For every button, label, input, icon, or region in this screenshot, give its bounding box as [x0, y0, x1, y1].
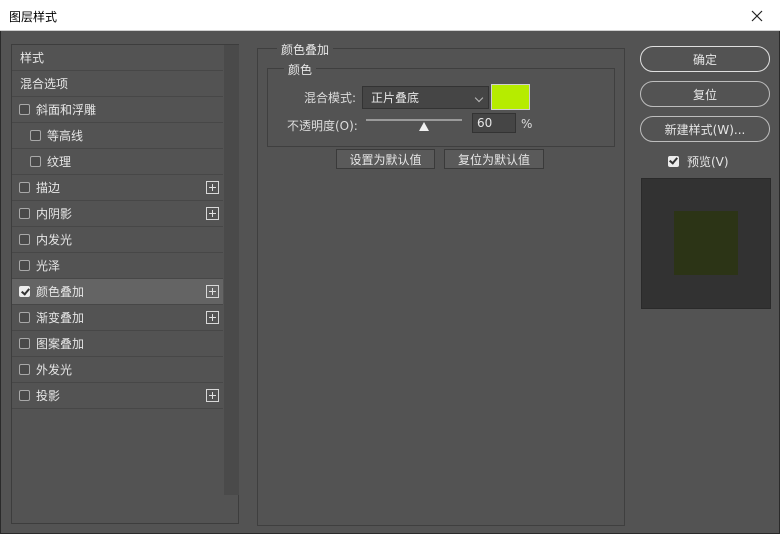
style-list-item[interactable]: 外发光	[12, 357, 223, 383]
style-list-item[interactable]: 颜色叠加	[12, 279, 223, 305]
preview-thumbnail	[641, 178, 771, 309]
style-list-item-label: 样式	[20, 51, 45, 65]
style-list-item[interactable]: 描边	[12, 175, 223, 201]
style-list-item-label: 混合选项	[20, 77, 69, 91]
style-checkbox[interactable]	[19, 234, 30, 245]
set-default-button[interactable]: 设置为默认值	[336, 149, 435, 169]
subgroup-title: 颜色	[284, 61, 317, 78]
style-list-item[interactable]: 等高线	[12, 123, 223, 149]
style-list-item-label: 外发光	[36, 363, 73, 377]
style-list-item-label: 斜面和浮雕	[36, 103, 97, 117]
style-checkbox[interactable]	[19, 338, 30, 349]
opacity-label: 不透明度(O):	[287, 119, 358, 133]
style-list-item[interactable]: 内阴影	[12, 201, 223, 227]
style-list-item-label: 投影	[36, 389, 61, 403]
style-list-item-label: 图案叠加	[36, 337, 85, 351]
preview-check-icon	[668, 156, 679, 167]
style-list-item-label: 描边	[36, 181, 61, 195]
style-list-item[interactable]: 图案叠加	[12, 331, 223, 357]
style-list-item[interactable]: 内发光	[12, 227, 223, 253]
style-checkbox[interactable]	[19, 182, 30, 193]
style-checkbox[interactable]	[19, 260, 30, 271]
blend-mode-value: 正片叠底	[371, 91, 420, 105]
chevron-down-icon	[474, 93, 484, 103]
style-checkbox[interactable]	[30, 130, 41, 141]
group-title: 颜色叠加	[277, 41, 334, 58]
style-list-item-label: 颜色叠加	[36, 285, 85, 299]
add-effect-icon[interactable]	[206, 311, 219, 324]
blend-mode-select[interactable]: 正片叠底	[362, 86, 489, 109]
style-list-item[interactable]: 渐变叠加	[12, 305, 223, 331]
preview-checkbox[interactable]: 预览(V)	[668, 153, 729, 170]
style-list-item-label: 纹理	[47, 155, 72, 169]
overlay-color-swatch[interactable]	[491, 84, 530, 110]
preview-swatch	[674, 211, 738, 275]
style-list-item-label: 渐变叠加	[36, 311, 85, 325]
style-checkbox[interactable]	[30, 156, 41, 167]
opacity-slider[interactable]	[366, 119, 462, 121]
add-effect-icon[interactable]	[206, 181, 219, 194]
style-list-item-label: 内发光	[36, 233, 73, 247]
title-bar: 图层样式	[0, 0, 780, 31]
close-icon	[751, 10, 763, 21]
close-button[interactable]	[734, 0, 780, 31]
opacity-unit: %	[521, 117, 533, 131]
blend-mode-label: 混合模式:	[304, 91, 357, 105]
style-checkbox[interactable]	[19, 208, 30, 219]
style-list-item[interactable]: 投影	[12, 383, 223, 409]
style-list-item[interactable]: 斜面和浮雕	[12, 97, 223, 123]
style-list-item[interactable]: 光泽	[12, 253, 223, 279]
add-effect-icon[interactable]	[206, 389, 219, 402]
style-checkbox[interactable]	[19, 390, 30, 401]
style-checkbox[interactable]	[19, 286, 30, 297]
style-checkbox[interactable]	[19, 364, 30, 375]
opacity-value: 60	[477, 116, 493, 130]
opacity-slider-thumb[interactable]	[418, 122, 429, 131]
style-list-item[interactable]: 纹理	[12, 149, 223, 175]
style-checkbox[interactable]	[19, 312, 30, 323]
style-list-footer: fx	[12, 530, 240, 534]
reset-default-button[interactable]: 复位为默认值	[444, 149, 544, 169]
opacity-input[interactable]: 60	[472, 113, 516, 133]
window-title: 图层样式	[9, 10, 58, 24]
reset-button[interactable]: 复位	[640, 81, 770, 107]
style-list: 样式混合选项斜面和浮雕等高线纹理描边内阴影内发光光泽颜色叠加渐变叠加图案叠加外发…	[11, 44, 239, 524]
style-list-item-label: 内阴影	[36, 207, 73, 221]
style-list-item-label: 光泽	[36, 259, 61, 273]
new-style-button[interactable]: 新建样式(W)...	[640, 116, 770, 142]
style-checkbox[interactable]	[19, 104, 30, 115]
style-list-item-label: 等高线	[47, 129, 84, 143]
add-effect-icon[interactable]	[206, 285, 219, 298]
add-effect-icon[interactable]	[206, 207, 219, 220]
style-list-item[interactable]: 样式	[12, 45, 223, 71]
style-list-scrollbar[interactable]	[224, 45, 239, 495]
preview-label: 预览(V)	[687, 155, 729, 169]
ok-button[interactable]: 确定	[640, 46, 770, 72]
style-list-item[interactable]: 混合选项	[12, 71, 223, 97]
